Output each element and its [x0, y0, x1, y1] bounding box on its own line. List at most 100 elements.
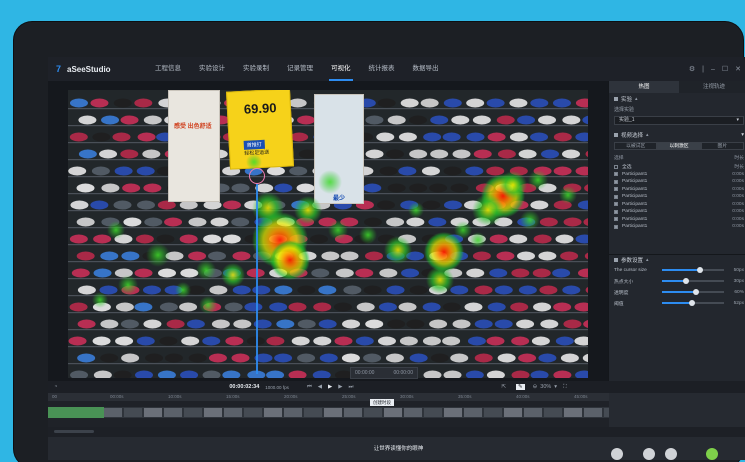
nav-tab[interactable]: 数据导出 [404, 57, 448, 81]
thumbnail-frame [324, 408, 342, 417]
param-slider[interactable] [662, 299, 724, 306]
section-icon [614, 96, 618, 101]
thumbnail-frame [104, 408, 122, 417]
param-slider-knob[interactable] [697, 266, 704, 273]
monitor-button[interactable] [611, 448, 623, 460]
heat-spot [520, 210, 540, 230]
nav-tab[interactable]: 记录管理 [278, 57, 322, 81]
filter-icon[interactable]: ▾ [741, 132, 744, 138]
export-icon[interactable]: ⇱ [501, 384, 506, 390]
param-slider-knob[interactable] [693, 288, 700, 295]
participant-row[interactable]: Participant1 0:00s [609, 223, 745, 231]
participant-row[interactable]: Participant1 0:00s [609, 171, 745, 179]
params-section-header[interactable]: 参数设置 ▴ [609, 253, 745, 265]
params-section-title: 参数设置 [621, 257, 644, 264]
nav-tab[interactable]: 实验设计 [190, 57, 234, 81]
heatmap-overlay [92, 154, 577, 314]
participant-list-header: 选择 时长 [609, 152, 745, 163]
participant-checkbox[interactable] [614, 187, 618, 192]
experiment-select[interactable]: 实验_1 ▾ [614, 116, 744, 125]
heat-spot [359, 226, 377, 244]
nav-tab[interactable]: 可视化 [322, 57, 360, 81]
time-ruler[interactable]: 00 00:00s 10:00s 15:00s 20:00s 25:00s 30:00s 35… [48, 393, 609, 401]
param-label: 阈值 [614, 301, 624, 307]
stimulus-video[interactable]: 感受 出色舒适 最少 69.90 首推打 轻松足运送 [68, 90, 588, 378]
param-slider[interactable] [662, 277, 724, 284]
segment-by-stimulus[interactable]: 以刺激区 [657, 142, 701, 150]
participant-name: Participant1 [622, 201, 648, 207]
ruler-tick: 30:00s [400, 394, 414, 399]
chevron-up-icon: ▴ [646, 256, 649, 263]
mark-icon[interactable]: ✎ [516, 384, 525, 390]
param-slider-knob[interactable] [688, 299, 695, 306]
heat-spot [499, 171, 527, 199]
participant-row[interactable]: Participant1 0:00s [609, 186, 745, 194]
heat-spot [528, 170, 548, 190]
experiment-section-title: 实验 [621, 96, 633, 103]
segment-image[interactable]: 图片 [700, 142, 744, 150]
param-slider[interactable] [662, 266, 724, 273]
step-back-icon[interactable]: ◀ [318, 384, 322, 390]
heat-spot [270, 240, 310, 280]
monitor-button[interactable] [665, 448, 677, 460]
volume-icon[interactable]: ◔ [54, 384, 57, 390]
segment-label[interactable]: 创建时段 [370, 399, 394, 406]
param-slider-knob[interactable] [682, 277, 689, 284]
maximize-icon[interactable]: ☐ [722, 65, 728, 73]
tab-gaze-track[interactable]: 注视轨迹 [679, 81, 745, 93]
participant-duration: 0:00s [732, 171, 744, 177]
param-slider[interactable] [662, 288, 724, 295]
video-section-header[interactable]: 视频选择 ▴ ▾ [609, 129, 745, 140]
participant-row[interactable]: Participant1 0:00s [609, 208, 745, 216]
nav-tab[interactable]: 工程信息 [146, 57, 190, 81]
monitor-button[interactable] [643, 448, 655, 460]
participant-checkbox[interactable] [614, 209, 618, 214]
participant-checkbox[interactable] [614, 194, 618, 199]
minimize-icon[interactable]: – [711, 66, 715, 73]
close-icon[interactable]: ✕ [735, 65, 741, 73]
participant-checkbox[interactable] [614, 224, 618, 229]
skip-start-icon[interactable]: ⏮ [307, 384, 312, 391]
power-button[interactable] [706, 448, 718, 460]
participant-row[interactable]: 全选 时长 [609, 163, 745, 171]
participant-checkbox[interactable] [614, 217, 618, 222]
fullscreen-icon[interactable]: ⛶ [563, 384, 567, 391]
timeline-tracks[interactable]: 创建时段 [48, 399, 609, 427]
zoom-dropdown-icon[interactable]: ▾ [554, 384, 557, 390]
brand: 7 aSeeStudio [48, 64, 146, 74]
participant-checkbox[interactable] [614, 172, 618, 177]
participant-row[interactable]: Participant1 0:00s [609, 216, 745, 224]
nav-tab[interactable]: 实验录制 [234, 57, 278, 81]
participant-checkbox[interactable] [614, 179, 618, 184]
chevron-up-icon: ▴ [635, 95, 638, 102]
thumbnail-frame [524, 408, 542, 417]
settings-icon[interactable]: ⚙ [689, 65, 695, 73]
experiment-section-header[interactable]: 实验 ▴ [609, 93, 745, 104]
skip-end-icon[interactable]: ⏭ [348, 384, 353, 391]
participant-checkbox[interactable] [614, 164, 618, 169]
step-forward-icon[interactable]: ▶ [338, 384, 342, 390]
participant-name: Participant1 [622, 171, 648, 177]
thumbnail-frame [384, 408, 402, 417]
participant-row[interactable]: Participant1 0:00s [609, 178, 745, 186]
heat-spot [118, 275, 138, 295]
param-row: 阈值 52px [609, 298, 745, 309]
timeline-scrollbar[interactable] [48, 427, 745, 437]
participant-row[interactable]: Participant1 0:00s [609, 201, 745, 209]
heat-spot [559, 186, 577, 204]
play-icon[interactable]: ▶ [328, 384, 332, 390]
scroll-thumb[interactable] [54, 430, 94, 433]
thumbnail-frame [504, 408, 522, 417]
tab-heatmap[interactable]: 热图 [609, 81, 679, 93]
param-value: 60% [734, 289, 744, 295]
zoom-out-icon[interactable]: ⊖ [533, 384, 538, 390]
participant-row[interactable]: Participant1 0:00s [609, 193, 745, 201]
heat-spot [196, 260, 216, 280]
thumbnail-frame [184, 408, 202, 417]
segment-by-participant[interactable]: 以被试区 [614, 142, 658, 150]
slogan: 让世界读懂你的眼神 [373, 446, 424, 452]
nav-tab[interactable]: 统计报表 [360, 57, 404, 81]
participant-checkbox[interactable] [614, 202, 618, 207]
cursor-time-left: 00:00:00 [355, 370, 375, 376]
top-bar: 7 aSeeStudio 工程信息 实验设计 实验录制 记录管理 可视化 统计报表 数据导出… [48, 57, 745, 81]
